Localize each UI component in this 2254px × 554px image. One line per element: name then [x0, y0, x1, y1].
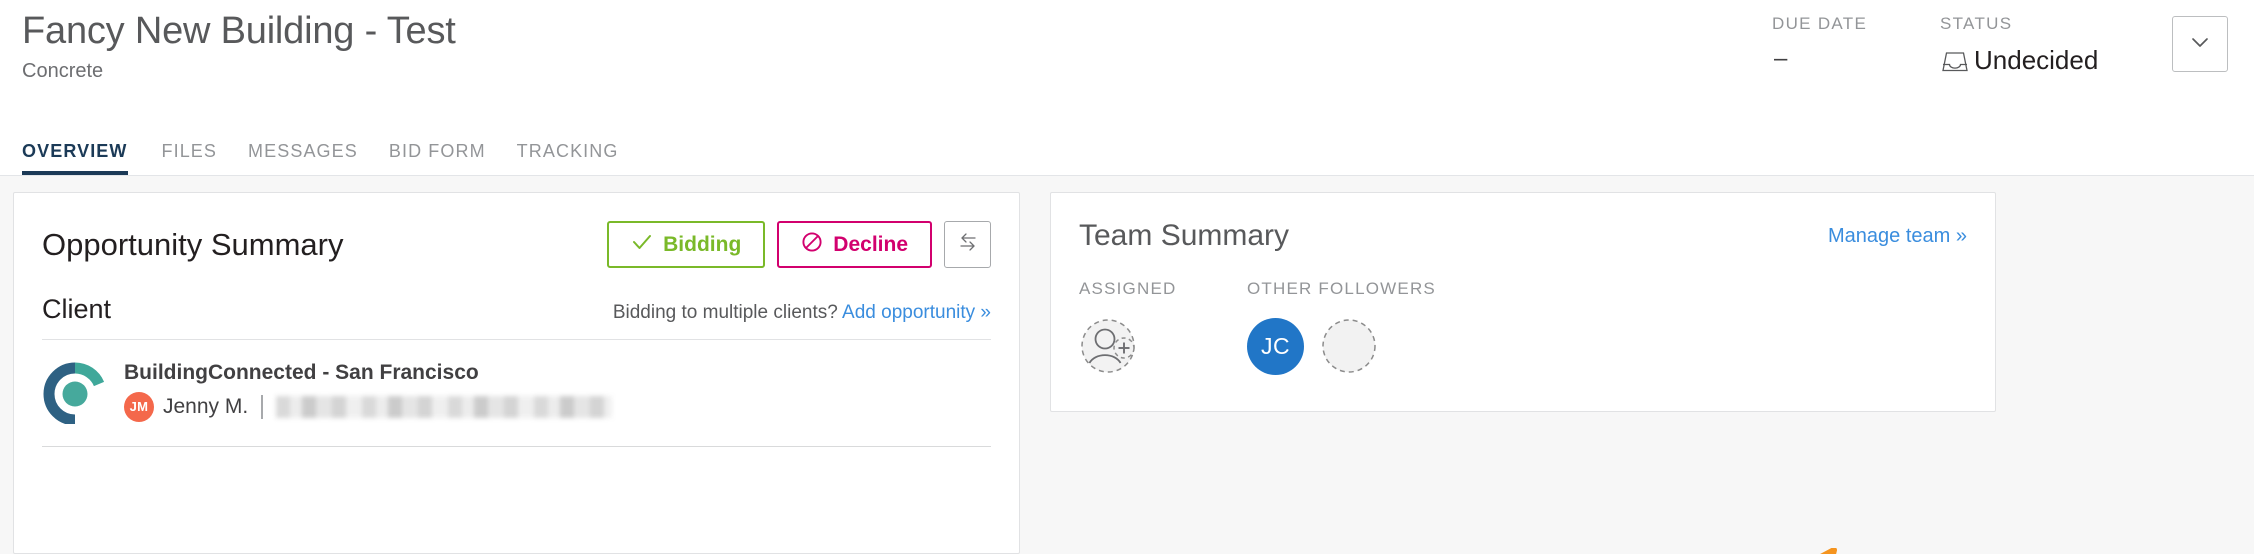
swap-opportunity-button[interactable] — [944, 221, 991, 268]
multi-client-note: Bidding to multiple clients? Add opportu… — [613, 302, 991, 324]
page-subtitle: Concrete — [22, 59, 104, 82]
chevron-down-icon — [2189, 31, 2211, 58]
status-dropdown-button[interactable] — [2172, 16, 2228, 72]
tab-bar: OVERVIEW FILES MESSAGES BID FORM TRACKIN… — [22, 141, 649, 175]
client-contact-line: JM Jenny M. — [124, 391, 613, 422]
client-company-name[interactable]: BuildingConnected - San Francisco — [124, 361, 612, 385]
team-summary-title: Team Summary — [1079, 219, 1290, 252]
tab-overview[interactable]: OVERVIEW — [22, 141, 162, 175]
team-summary-card: Team Summary Manage team » ASSIGNED OTHE… — [1050, 192, 1996, 412]
client-info: BuildingConnected - San Francisco JM Jen… — [124, 361, 613, 422]
other-followers-column: OTHER FOLLOWERS JC — [1247, 279, 1767, 377]
swap-arrows-icon — [956, 230, 980, 259]
header-meta: DUE DATE – STATUS Undecided — [1772, 14, 2228, 76]
tab-messages[interactable]: MESSAGES — [248, 141, 389, 175]
due-date-block: DUE DATE – — [1772, 14, 1940, 73]
multi-client-text: Bidding to multiple clients? — [612, 302, 838, 323]
opportunity-card-header: Opportunity Summary Bidding Decline — [42, 221, 991, 268]
contact-separator — [261, 394, 264, 419]
tab-tracking[interactable]: TRACKING — [517, 141, 650, 175]
title-block: Fancy New Building - Test Concrete — [22, 10, 456, 83]
add-follower-icon[interactable] — [1318, 315, 1380, 377]
assigned-label: ASSIGNED — [1079, 279, 1177, 298]
redacted-contact-detail — [276, 395, 613, 418]
tab-bid-form[interactable]: BID FORM — [389, 141, 517, 175]
orange-arrow-left-icon — [1768, 547, 2228, 554]
opportunity-summary-card: Opportunity Summary Bidding Decline Clie… — [13, 192, 1020, 554]
opportunity-summary-title: Opportunity Summary — [42, 226, 344, 262]
page-header: Fancy New Building - Test Concrete DUE D… — [0, 0, 2254, 176]
tab-files[interactable]: FILES — [162, 141, 249, 175]
status-block: STATUS Undecided — [1940, 14, 2172, 76]
avatar-jm: JM — [124, 391, 154, 422]
team-card-header: Team Summary Manage team » — [1079, 219, 1967, 253]
buildingconnected-logo-icon — [42, 358, 108, 426]
status-text: Undecided — [1974, 45, 2099, 75]
client-row: BuildingConnected - San Francisco JM Jen… — [42, 358, 991, 426]
inbox-tray-icon — [1940, 48, 1970, 74]
avatar-jc[interactable]: JC — [1247, 317, 1304, 375]
client-divider — [42, 339, 991, 340]
no-entry-icon — [801, 231, 823, 259]
assigned-avatars — [1079, 315, 1247, 377]
client-contact-name: Jenny M. — [163, 394, 249, 418]
decline-button-label: Decline — [833, 232, 908, 256]
team-columns: ASSIGNED OTHER FOLLOWERS JC — [1079, 279, 1967, 377]
decline-button[interactable]: Decline — [777, 221, 932, 268]
bidding-button[interactable]: Bidding — [607, 221, 766, 268]
page-title: Fancy New Building - Test — [22, 10, 456, 52]
due-date-label: DUE DATE — [1772, 14, 1868, 33]
check-icon — [631, 231, 653, 259]
add-opportunity-link[interactable]: Add opportunity » — [842, 302, 991, 323]
manage-team-link[interactable]: Manage team » — [1828, 225, 1967, 248]
status-value-row[interactable]: Undecided — [1940, 45, 2172, 76]
bidding-button-label: Bidding — [663, 232, 742, 256]
client-section-title: Client — [42, 294, 112, 324]
bid-action-buttons: Bidding Decline — [607, 221, 991, 268]
client-bottom-divider — [42, 446, 991, 447]
due-date-value: – — [1774, 45, 1788, 72]
assigned-column: ASSIGNED — [1079, 279, 1247, 377]
status-label: STATUS — [1940, 14, 2013, 33]
follower-avatars: JC — [1247, 315, 1767, 377]
page-body: Opportunity Summary Bidding Decline Clie… — [0, 176, 2254, 554]
add-person-icon[interactable] — [1079, 315, 1141, 377]
other-followers-label: OTHER FOLLOWERS — [1247, 279, 1436, 298]
client-section-header: Client Bidding to multiple clients? Add … — [42, 294, 991, 325]
